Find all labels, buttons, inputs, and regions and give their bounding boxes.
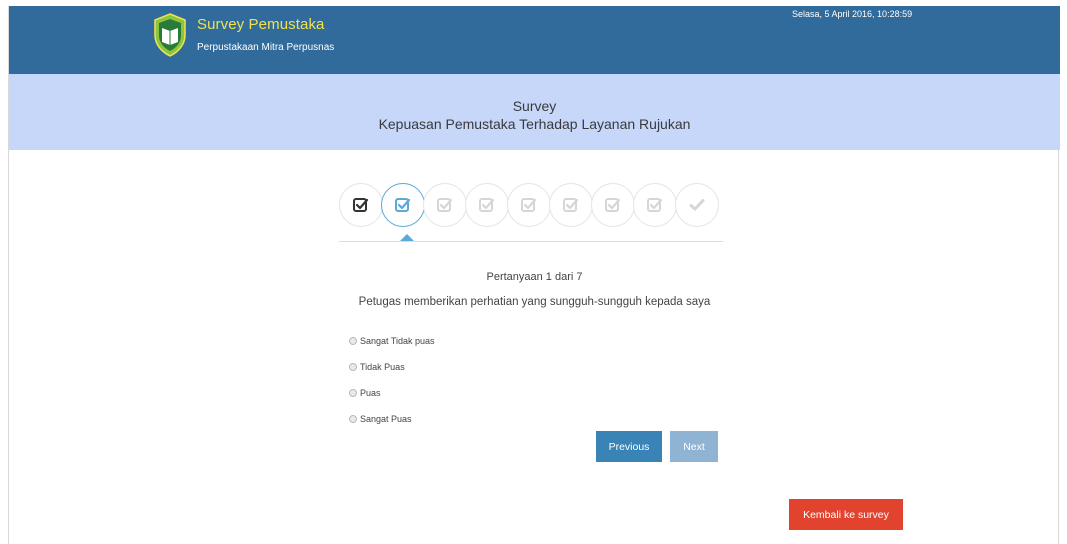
checkbox-checked-icon <box>353 198 369 212</box>
step-finish[interactable] <box>675 183 719 227</box>
back-to-survey-button[interactable]: Kembali ke survey <box>789 499 903 530</box>
active-step-pointer-icon <box>400 234 414 241</box>
option-label: Tidak Puas <box>360 362 405 372</box>
app-header: Survey Pemustaka Perpustakaan Mitra Perp… <box>9 6 1060 74</box>
option-puas[interactable]: Puas <box>349 380 435 406</box>
option-sangat-puas[interactable]: Sangat Puas <box>349 406 435 432</box>
app-subtitle: Perpustakaan Mitra Perpusnas <box>197 42 335 53</box>
banner-subtitle: Kepuasan Pemustaka Terhadap Layanan Ruju… <box>378 116 691 132</box>
stepper-divider <box>339 241 723 242</box>
option-sangat-tidak-puas[interactable]: Sangat Tidak puas <box>349 328 435 354</box>
radio-button[interactable] <box>349 337 357 345</box>
checkbox-checked-icon <box>395 198 411 212</box>
question-stepper <box>339 183 723 229</box>
checkbox-checked-icon <box>563 198 579 212</box>
step-1-done[interactable] <box>339 183 383 227</box>
radio-button[interactable] <box>349 363 357 371</box>
radio-button[interactable] <box>349 415 357 423</box>
question-text: Petugas memberikan perhatian yang sunggu… <box>358 296 711 308</box>
checkbox-checked-icon <box>647 198 663 212</box>
survey-banner: Survey Kepuasan Pemustaka Terhadap Layan… <box>9 74 1060 150</box>
step-7[interactable] <box>591 183 635 227</box>
radio-button[interactable] <box>349 389 357 397</box>
checkbox-checked-icon <box>437 198 453 212</box>
option-label: Puas <box>360 388 381 398</box>
option-label: Sangat Tidak puas <box>360 336 435 346</box>
page-frame: Survey Pemustaka Perpustakaan Mitra Perp… <box>8 6 1060 544</box>
previous-button[interactable]: Previous <box>596 431 662 462</box>
question-counter: Pertanyaan 1 dari 7 <box>486 271 583 283</box>
option-label: Sangat Puas <box>360 414 412 424</box>
banner-title: Survey <box>512 98 557 114</box>
next-button[interactable]: Next <box>670 431 718 462</box>
step-8[interactable] <box>633 183 677 227</box>
step-6[interactable] <box>549 183 593 227</box>
library-shield-logo-icon <box>154 13 186 57</box>
step-4[interactable] <box>465 183 509 227</box>
app-title: Survey Pemustaka <box>197 16 325 33</box>
checkbox-checked-icon <box>479 198 495 212</box>
step-3[interactable] <box>423 183 467 227</box>
checkbox-checked-icon <box>605 198 621 212</box>
checkmark-icon <box>689 199 705 211</box>
option-tidak-puas[interactable]: Tidak Puas <box>349 354 435 380</box>
checkbox-checked-icon <box>521 198 537 212</box>
answer-options: Sangat Tidak puas Tidak Puas Puas Sangat… <box>349 328 435 432</box>
current-datetime: Selasa, 5 April 2016, 10:28:59 <box>792 9 913 19</box>
step-5[interactable] <box>507 183 551 227</box>
step-2-active[interactable] <box>381 183 425 227</box>
